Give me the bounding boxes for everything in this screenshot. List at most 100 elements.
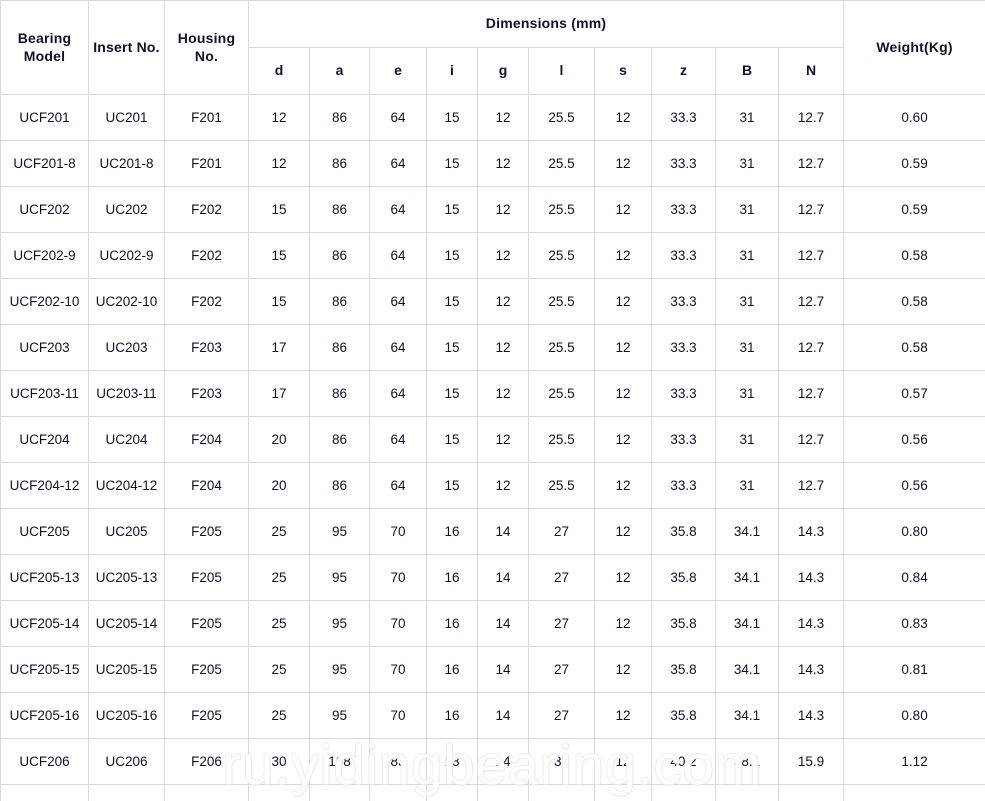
cell-s: 12 — [594, 600, 652, 647]
cell-housing-no: F206 — [164, 738, 249, 785]
cell-insert-no: UC202 — [88, 186, 165, 233]
cell-l: 27 — [528, 554, 595, 601]
column-header-N: N — [777, 47, 845, 95]
cell-g: 14 — [477, 692, 529, 739]
cell-s: 12 — [594, 462, 652, 509]
cell-n: 12.7 — [777, 462, 845, 509]
column-header-g: g — [477, 47, 529, 95]
cell-b: 31 — [715, 278, 779, 325]
cell-s: 12 — [594, 646, 652, 693]
cell-b: 31 — [715, 232, 779, 279]
cell-l: 25.5 — [528, 94, 595, 141]
cell-g: 12 — [477, 462, 529, 509]
cell-g: 12 — [477, 232, 529, 279]
cell-weight: 1.13 — [843, 784, 985, 801]
cell-e: 64 — [369, 416, 427, 463]
cell-d: 20 — [248, 462, 310, 509]
cell-a: 95 — [309, 554, 370, 601]
cell-b: 31 — [715, 416, 779, 463]
cell-weight: 0.80 — [843, 692, 985, 739]
cell-e: 64 — [369, 278, 427, 325]
cell-insert-no: UC205-14 — [88, 600, 165, 647]
column-header-dimensions-group: Dimensions (mm) — [247, 0, 845, 48]
cell-d: 15 — [248, 232, 310, 279]
cell-s: 12 — [594, 370, 652, 417]
cell-bearing-model: UCF206-17 — [0, 784, 89, 801]
cell-e: 70 — [369, 600, 427, 647]
cell-bearing-model: UCF205-15 — [0, 646, 89, 693]
cell-s: 12 — [594, 508, 652, 555]
cell-g: 12 — [477, 94, 529, 141]
table-row: UCF202 UC202 F202 15 86 64 15 12 25.5 12 33.3 31 12.… — [0, 186, 985, 233]
cell-z: 33.3 — [651, 232, 716, 279]
cell-z: 35.8 — [651, 600, 716, 647]
cell-bearing-model: UCF202-9 — [0, 232, 89, 279]
cell-l: 25.5 — [528, 462, 595, 509]
cell-i: 18 — [426, 738, 478, 785]
cell-b: 31 — [715, 94, 779, 141]
cell-e: 70 — [369, 508, 427, 555]
cell-z: 40.2 — [651, 738, 716, 785]
table-row: UCF205-15 UC205-15 F205 25 95 70 16 14 27 12 35.8 3… — [0, 646, 985, 693]
cell-a: 86 — [309, 416, 370, 463]
cell-l: 25.5 — [528, 140, 595, 187]
table-row: UCF203 UC203 F203 17 86 64 15 12 25.5 12 33.3 31 12.… — [0, 324, 985, 371]
cell-d: 15 — [248, 186, 310, 233]
column-header-B: B — [715, 47, 779, 95]
cell-g: 12 — [477, 140, 529, 187]
table-row: UCF205-13 UC205-13 F205 25 95 70 16 14 27 12 35.8 3… — [0, 554, 985, 601]
cell-weight: 0.80 — [843, 508, 985, 555]
cell-b: 34.1 — [715, 554, 779, 601]
cell-e: 64 — [369, 462, 427, 509]
table-row: UCF204 UC204 F204 20 86 64 15 12 25.5 12 33.3 31 12.… — [0, 416, 985, 463]
cell-z: 40.2 — [651, 784, 716, 801]
cell-e: 70 — [369, 554, 427, 601]
cell-d: 12 — [248, 140, 310, 187]
cell-g: 14 — [477, 738, 529, 785]
cell-a: 95 — [309, 508, 370, 555]
cell-l: 31 — [528, 784, 595, 801]
cell-insert-no: UC205-15 — [88, 646, 165, 693]
cell-s: 12 — [594, 186, 652, 233]
cell-g: 14 — [477, 600, 529, 647]
cell-l: 27 — [528, 646, 595, 693]
cell-z: 33.3 — [651, 416, 716, 463]
table-row: UCF201 UC201 F201 12 86 64 15 12 25.5 12 33.3 31 12.… — [0, 94, 985, 141]
cell-z: 33.3 — [651, 324, 716, 371]
cell-e: 64 — [369, 140, 427, 187]
cell-z: 33.3 — [651, 94, 716, 141]
column-header-housing-no: Housing No. — [164, 0, 249, 95]
cell-b: 31 — [715, 186, 779, 233]
bearing-spec-table: Bearing Model Insert No. Housing No. Dim… — [0, 0, 985, 801]
cell-e: 83 — [369, 784, 427, 801]
cell-i: 15 — [426, 140, 478, 187]
column-header-bearing-model: Bearing Model — [0, 0, 89, 95]
cell-b: 34.1 — [715, 508, 779, 555]
cell-bearing-model: UCF204-12 — [0, 462, 89, 509]
cell-d: 30 — [248, 738, 310, 785]
cell-b: 38.1 — [715, 738, 779, 785]
cell-d: 30 — [248, 784, 310, 801]
column-header-insert-no: Insert No. — [88, 0, 165, 95]
cell-bearing-model: UCF205-14 — [0, 600, 89, 647]
cell-insert-no: UC203-11 — [88, 370, 165, 417]
cell-b: 34.1 — [715, 646, 779, 693]
cell-weight: 1.12 — [843, 738, 985, 785]
column-header-s: s — [594, 47, 652, 95]
cell-s: 12 — [594, 738, 652, 785]
cell-g: 12 — [477, 324, 529, 371]
cell-housing-no: F205 — [164, 692, 249, 739]
cell-bearing-model: UCF204 — [0, 416, 89, 463]
cell-bearing-model: UCF202-10 — [0, 278, 89, 325]
cell-housing-no: F202 — [164, 278, 249, 325]
cell-z: 33.3 — [651, 278, 716, 325]
cell-insert-no: UC205 — [88, 508, 165, 555]
cell-bearing-model: UCF203 — [0, 324, 89, 371]
cell-n: 15.9 — [777, 784, 845, 801]
cell-s: 12 — [594, 140, 652, 187]
cell-g: 12 — [477, 278, 529, 325]
cell-i: 15 — [426, 462, 478, 509]
cell-d: 15 — [248, 278, 310, 325]
cell-d: 25 — [248, 692, 310, 739]
cell-a: 86 — [309, 186, 370, 233]
